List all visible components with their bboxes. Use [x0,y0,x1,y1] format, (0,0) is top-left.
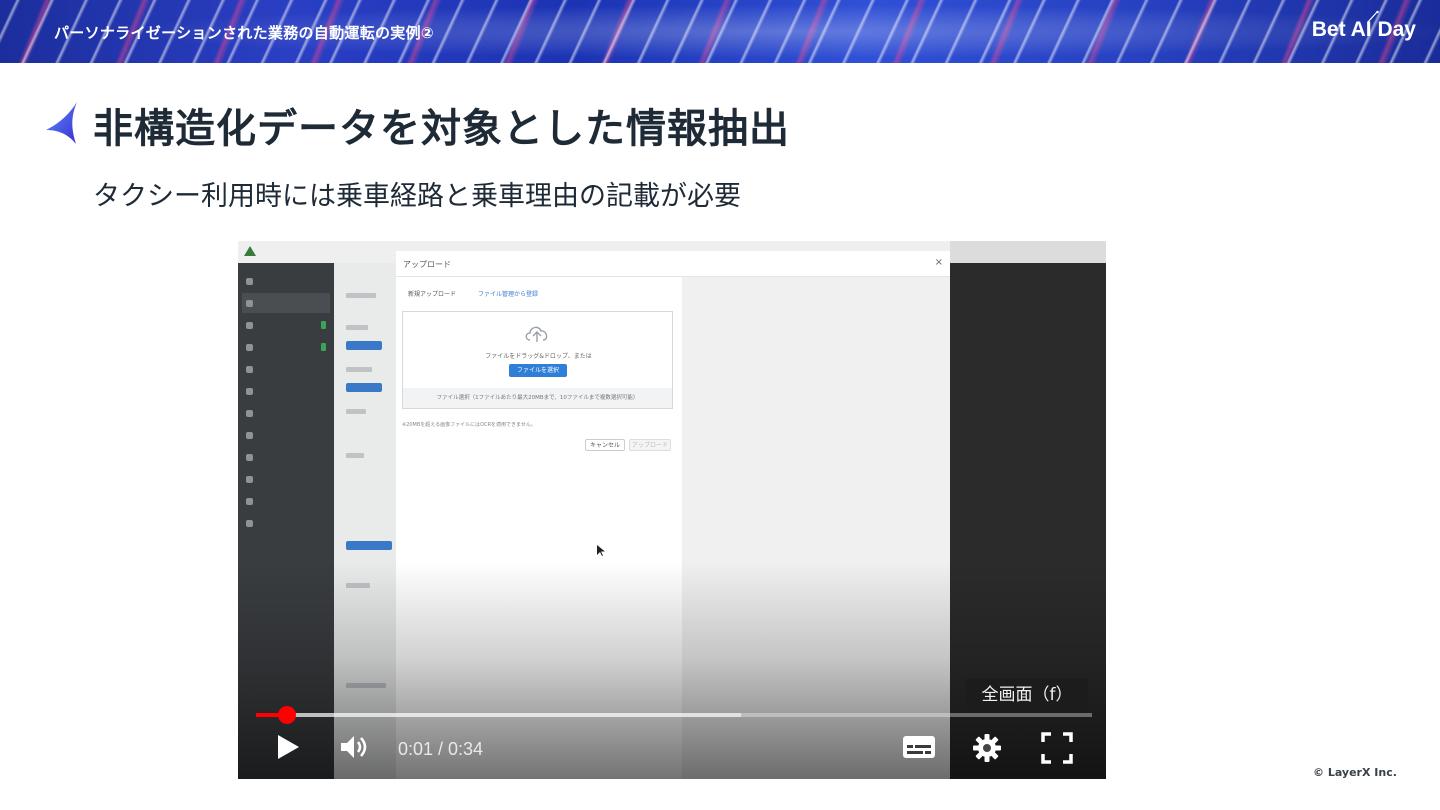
select-file-button: ファイルを選択 [509,364,567,377]
sidebar-item [242,469,330,489]
progress-scrubber[interactable] [277,706,296,724]
volume-icon[interactable] [339,733,371,761]
dropzone-footer: ファイル選択（1ファイルあたり最大20MBまで、10ファイルまで複数選択可能） [403,388,672,408]
copyright: © LayerX Inc. [1313,766,1397,779]
app-logo [244,246,330,260]
fullscreen-tooltip: 全画面（f） [966,678,1088,712]
form-label [346,409,366,414]
cloud-upload-icon [525,326,548,342]
subtitles-icon[interactable] [902,733,936,761]
settings-gear-icon[interactable] [972,733,1002,763]
form-label [346,453,364,458]
form-label [346,293,376,298]
modal-header: アップロード × [396,251,950,277]
fullscreen-icon[interactable] [1040,731,1074,765]
form-button [346,383,382,392]
brand-logo: Bet AI Day [1311,18,1416,41]
dropzone: ファイルをドラッグ&ドロップ、または ファイルを選択 ファイル選択（1ファイルあ… [402,311,673,409]
sidebar-item [242,381,330,401]
video-player[interactable]: アップロード × 新規アップロード ファイル管理から登録 ファイルをドラッグ&ド… [238,241,1106,779]
sidebar-item [242,293,330,313]
progress-buffered [256,713,741,717]
banner-title: パーソナライゼーションされた業務の自動運転の実例② [54,24,434,42]
modal-note: ※20MBを超える画像ファイルにはOCRを適用できません。 [402,422,536,428]
play-icon[interactable] [275,733,301,761]
form-label [346,325,368,330]
form-button [346,541,392,550]
sidebar-item [242,491,330,511]
tab-file-manager: ファイル管理から登録 [478,291,539,298]
drop-text: ファイルをドラッグ&ドロップ、または [485,353,592,360]
star-icon [46,102,77,144]
form-button [346,341,382,350]
time-display: 0:01 / 0:34 [398,739,484,759]
sidebar-item [242,315,330,335]
mouse-cursor-icon [597,545,605,556]
sidebar-item [242,337,330,357]
close-icon: × [934,257,943,268]
modal-title: アップロード [403,260,451,269]
progress-bar[interactable] [256,706,1092,724]
sidebar-item [242,403,330,423]
form-label [346,367,372,372]
cancel-button: キャンセル [585,439,625,451]
sidebar-item [242,359,330,379]
page-subtitle: タクシー利用時には乗車経路と乗車理由の記載が必要 [93,181,741,212]
sidebar-item [242,513,330,533]
upload-button: アップロード [629,439,671,451]
page-title: 非構造化データを対象とした情報抽出 [93,106,790,152]
header-banner: パーソナライゼーションされた業務の自動運転の実例② Bet AI Day [0,0,1440,63]
sidebar-item [242,425,330,445]
tab-new-upload: 新規アップロード [408,291,457,298]
sidebar-item [242,447,330,467]
sidebar-item [242,271,330,291]
